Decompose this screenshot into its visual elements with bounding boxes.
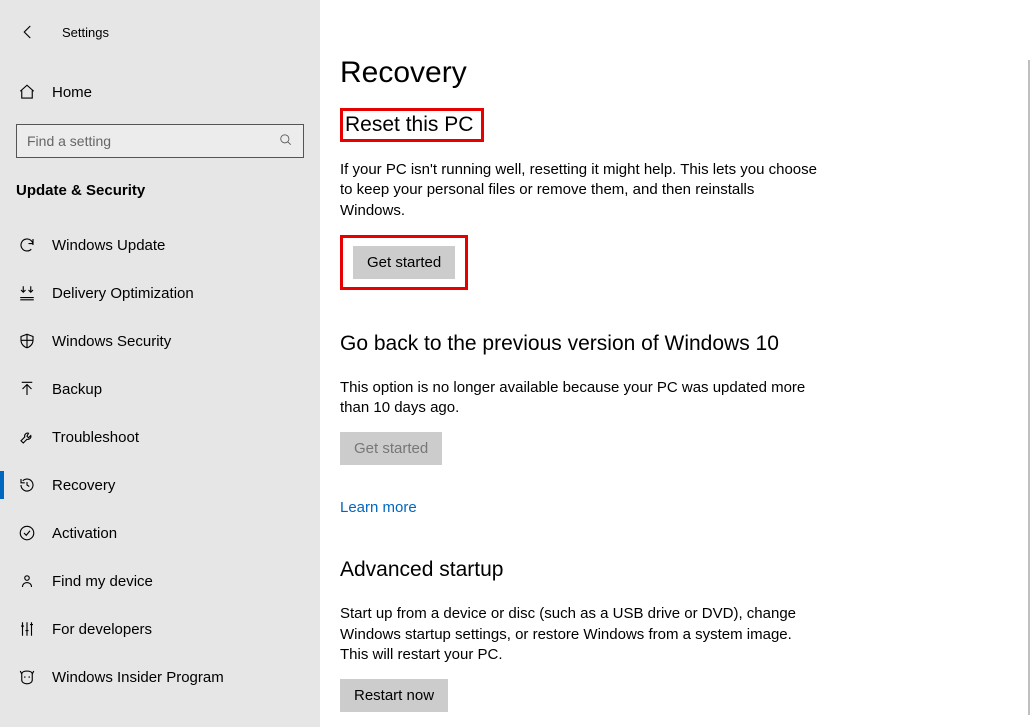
location-person-icon xyxy=(18,572,36,590)
sidebar-item-label: Troubleshoot xyxy=(52,429,139,446)
search-container xyxy=(16,124,304,158)
checkmark-circle-icon xyxy=(18,524,36,542)
sidebar-item-label: Activation xyxy=(52,525,117,542)
sidebar-item-backup[interactable]: Backup xyxy=(0,365,320,413)
search-input-box[interactable] xyxy=(16,124,304,158)
back-arrow-icon xyxy=(18,22,38,42)
shield-icon xyxy=(18,332,36,350)
get-started-go-back-button: Get started xyxy=(340,432,442,465)
highlight-reset-button: Get started xyxy=(340,235,468,290)
sidebar-item-label: Windows Update xyxy=(52,237,165,254)
learn-more-link[interactable]: Learn more xyxy=(340,499,417,516)
history-icon xyxy=(18,476,36,494)
sliders-icon xyxy=(18,620,36,638)
sync-icon xyxy=(18,236,36,254)
nav-list: Windows Update Delivery Optimization Win… xyxy=(0,221,320,701)
sidebar-item-find-my-device[interactable]: Find my device xyxy=(0,557,320,605)
sidebar-item-label: Windows Security xyxy=(52,333,171,350)
main-content: Recovery Reset this PC If your PC isn't … xyxy=(320,0,1030,727)
sidebar-item-recovery[interactable]: Recovery xyxy=(0,461,320,509)
reset-description: If your PC isn't running well, resetting… xyxy=(340,160,820,221)
sidebar-item-windows-security[interactable]: Windows Security xyxy=(0,317,320,365)
go-back-heading: Go back to the previous version of Windo… xyxy=(340,332,820,356)
download-batch-icon xyxy=(18,284,36,302)
sidebar-item-windows-insider-program[interactable]: Windows Insider Program xyxy=(0,653,320,701)
section-advanced-startup: Advanced startup Start up from a device … xyxy=(340,558,820,712)
app-title: Settings xyxy=(62,25,109,40)
sidebar-item-label: For developers xyxy=(52,621,152,638)
wrench-icon xyxy=(18,428,36,446)
sidebar-item-label: Backup xyxy=(52,381,102,398)
sidebar-item-troubleshoot[interactable]: Troubleshoot xyxy=(0,413,320,461)
sidebar-item-label: Windows Insider Program xyxy=(52,669,224,686)
reset-heading: Reset this PC xyxy=(345,113,473,137)
ninja-cat-icon xyxy=(18,668,36,686)
section-reset-this-pc: Reset this PC If your PC isn't running w… xyxy=(340,108,820,290)
sidebar-item-delivery-optimization[interactable]: Delivery Optimization xyxy=(0,269,320,317)
search-input[interactable] xyxy=(27,133,279,149)
sidebar-item-label: Delivery Optimization xyxy=(52,285,194,302)
sidebar-item-for-developers[interactable]: For developers xyxy=(0,605,320,653)
sidebar-item-home[interactable]: Home xyxy=(0,68,320,116)
search-icon xyxy=(279,133,293,150)
home-label: Home xyxy=(52,84,92,101)
page-title: Recovery xyxy=(340,56,1010,90)
go-back-description: This option is no longer available becau… xyxy=(340,378,820,419)
advanced-startup-heading: Advanced startup xyxy=(340,558,820,582)
sidebar-item-windows-update[interactable]: Windows Update xyxy=(0,221,320,269)
sidebar-item-activation[interactable]: Activation xyxy=(0,509,320,557)
upload-arrow-icon xyxy=(18,380,36,398)
sidebar-item-label: Recovery xyxy=(52,477,115,494)
home-icon xyxy=(18,83,36,101)
restart-now-button[interactable]: Restart now xyxy=(340,679,448,712)
highlight-reset-heading: Reset this PC xyxy=(340,108,484,142)
advanced-startup-description: Start up from a device or disc (such as … xyxy=(340,604,820,665)
sidebar: Settings Home Update & Security Windows … xyxy=(0,0,320,727)
category-heading: Update & Security xyxy=(0,176,320,213)
back-button[interactable]: Settings xyxy=(0,8,320,56)
sidebar-item-label: Find my device xyxy=(52,573,153,590)
get-started-reset-button[interactable]: Get started xyxy=(353,246,455,279)
section-go-back: Go back to the previous version of Windo… xyxy=(340,332,820,517)
